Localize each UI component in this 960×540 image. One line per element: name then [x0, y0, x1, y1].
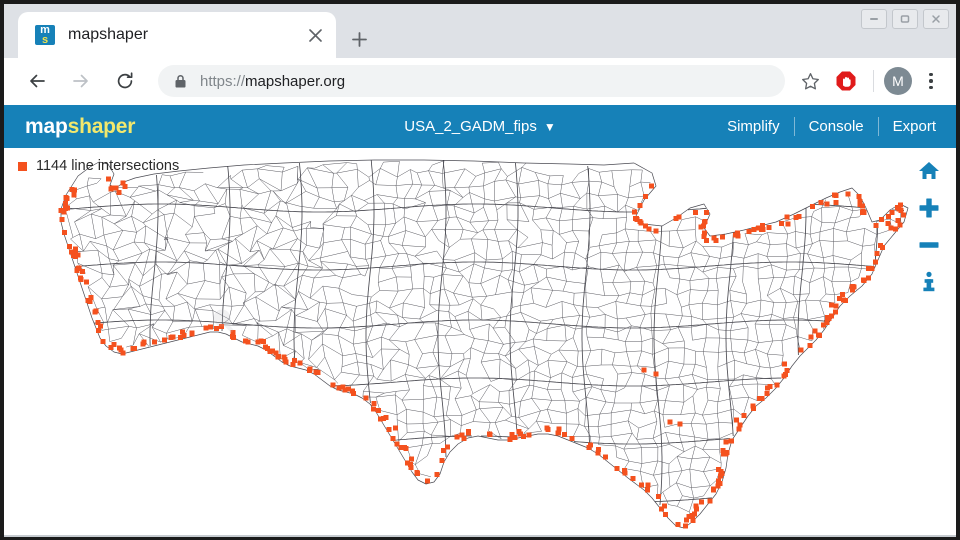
county-mesh-and-markers: [58, 159, 906, 529]
window-close-button[interactable]: [923, 9, 949, 29]
url-text: https://mapshaper.org: [200, 73, 345, 90]
logo-part-map: map: [25, 114, 68, 138]
url-host: mapshaper.org: [245, 72, 346, 90]
page-viewport: mapshaper USA_2_GADM_fips ▼ Simplify Con…: [4, 105, 956, 537]
nav-item-console[interactable]: Console: [795, 118, 878, 135]
tab-close-icon[interactable]: [302, 22, 328, 48]
nav-item-simplify[interactable]: Simplify: [713, 118, 794, 135]
back-arrow-icon[interactable]: [22, 66, 52, 96]
status-color-swatch: [18, 161, 27, 171]
home-icon[interactable]: [916, 158, 942, 184]
map-canvas[interactable]: 1144 line intersections: [4, 148, 956, 535]
logo-part-shaper: shaper: [67, 114, 136, 138]
magnifier-icon: [209, 305, 239, 340]
reload-icon[interactable]: [110, 66, 140, 96]
zoom-in-icon[interactable]: [916, 195, 942, 221]
mapshaper-favicon-icon: m s: [35, 24, 55, 46]
star-icon[interactable]: [795, 66, 825, 96]
toolbar-divider: [873, 70, 874, 92]
tab-strip: m s mapshaper: [4, 4, 956, 58]
mapshaper-header: mapshaper USA_2_GADM_fips ▼ Simplify Con…: [4, 105, 956, 148]
browser-window: m s mapshaper https://mapshaper.org M ma…: [0, 0, 960, 540]
lock-icon: [174, 74, 187, 89]
avatar[interactable]: M: [884, 67, 912, 95]
status-label: 1144 line intersections: [36, 158, 180, 174]
layer-name-label: USA_2_GADM_fips: [404, 118, 537, 135]
menu-dot: [929, 72, 933, 77]
mapshaper-nav: Simplify Console Export: [713, 117, 936, 136]
map-controls: [916, 158, 942, 295]
adblock-icon[interactable]: [833, 68, 859, 94]
chevron-down-icon: ▼: [543, 119, 556, 134]
nav-item-export[interactable]: Export: [879, 118, 936, 135]
favicon-letter-s: s: [41, 34, 49, 46]
status-badge: 1144 line intersections: [18, 158, 179, 174]
menu-dot: [929, 85, 933, 90]
zoom-out-icon[interactable]: [916, 232, 942, 258]
window-maximize-button[interactable]: [892, 9, 918, 29]
window-controls: [861, 9, 949, 29]
browser-toolbar: https://mapshaper.org M: [4, 58, 956, 105]
tab-title: mapshaper: [68, 26, 149, 43]
layer-selector[interactable]: USA_2_GADM_fips ▼: [404, 118, 555, 135]
browser-tab[interactable]: m s mapshaper: [18, 12, 336, 58]
menu-dot: [929, 79, 933, 83]
new-tab-button[interactable]: [344, 24, 374, 54]
three-dot-menu-icon[interactable]: [918, 67, 944, 95]
window-minimize-button[interactable]: [861, 9, 887, 29]
forward-arrow-icon[interactable]: [66, 66, 96, 96]
address-bar[interactable]: https://mapshaper.org: [158, 65, 785, 97]
url-scheme: https://: [200, 72, 246, 90]
mapshaper-logo[interactable]: mapshaper: [25, 115, 135, 139]
info-icon[interactable]: [916, 269, 942, 295]
